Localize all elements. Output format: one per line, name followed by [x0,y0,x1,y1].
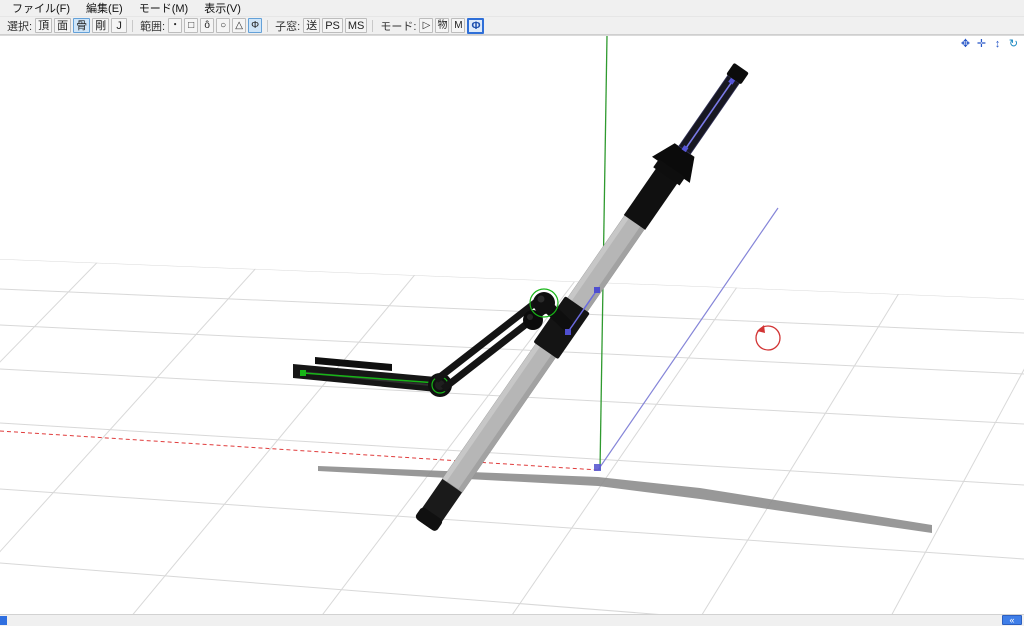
select-vertex-button[interactable]: 頂 [35,18,53,33]
viewport-3d[interactable]: ✥ ✛ ↕ ↻ [0,35,1024,614]
pmx-editor-window: ファイル(F) 編集(E) モード(M) 表示(V) 選択: 頂 面 骨 剛 J… [0,0,1024,626]
menu-edit[interactable]: 編集(E) [78,0,131,17]
select-face-button[interactable]: 面 [54,18,72,33]
shoulder-joint-upper [533,292,555,314]
toolbar-separator [267,19,269,32]
menu-mode[interactable]: モード(M) [131,0,197,17]
select-group-label: 選択: [7,20,33,33]
childwindow-ps-button[interactable]: PS [322,18,343,33]
mode-group-label: モード: [380,20,417,33]
select-bone-button[interactable]: 骨 [73,18,91,33]
toolbar-separator [372,19,374,32]
menu-view[interactable]: 表示(V) [196,0,249,17]
range-phi-button[interactable]: Φ [248,18,263,33]
select-joint-button[interactable]: J [111,18,128,33]
handle-bone [685,80,734,149]
range-point-button[interactable]: ・ [168,18,183,33]
mode-physics-button[interactable]: 物 [435,18,450,33]
origin-bone-marker[interactable] [594,464,601,471]
panel-collapse-button[interactable]: « [1002,615,1022,625]
viewport-corner-tools: ✥ ✛ ↕ ↻ [959,38,1020,51]
zoom-tool-icon[interactable]: ↕ [991,38,1004,51]
floor-grid [0,259,1024,614]
range-box-button[interactable]: □ [184,18,199,33]
menubar: ファイル(F) 編集(E) モード(M) 表示(V) [0,0,1024,17]
rotation-manipulator[interactable] [755,325,781,351]
pan-tool-icon[interactable]: ✥ [959,38,972,51]
menu-file[interactable]: ファイル(F) [4,0,78,17]
range-triangle-button[interactable]: △ [232,18,247,33]
x-axis [0,430,599,471]
status-accent [0,616,7,625]
move-tool-icon[interactable]: ✛ [975,38,988,51]
toolbar: 選択: 頂 面 骨 剛 J 範囲: ・ □ ô ○ △ Φ 子窓: 送 PS M… [0,17,1024,35]
select-rigid-button[interactable]: 剛 [92,18,110,33]
childwindow-group-label: 子窓: [275,20,301,33]
mode-play-button[interactable]: ▷ [419,18,434,33]
range-circle-button[interactable]: ○ [216,18,231,33]
statusbar: « [0,614,1024,626]
range-group-label: 範囲: [140,20,166,33]
childwindow-ms-button[interactable]: MS [344,18,368,33]
childwindow-send-button[interactable]: 送 [303,18,321,33]
viewport-scene [0,36,1024,614]
range-lasso-button[interactable]: ô [200,18,215,33]
mode-m-button[interactable]: M [451,18,466,33]
gizmo-toggle-button[interactable]: Φ [467,17,485,34]
toolbar-separator [132,19,134,32]
rotate-tool-icon[interactable]: ↻ [1007,38,1020,51]
